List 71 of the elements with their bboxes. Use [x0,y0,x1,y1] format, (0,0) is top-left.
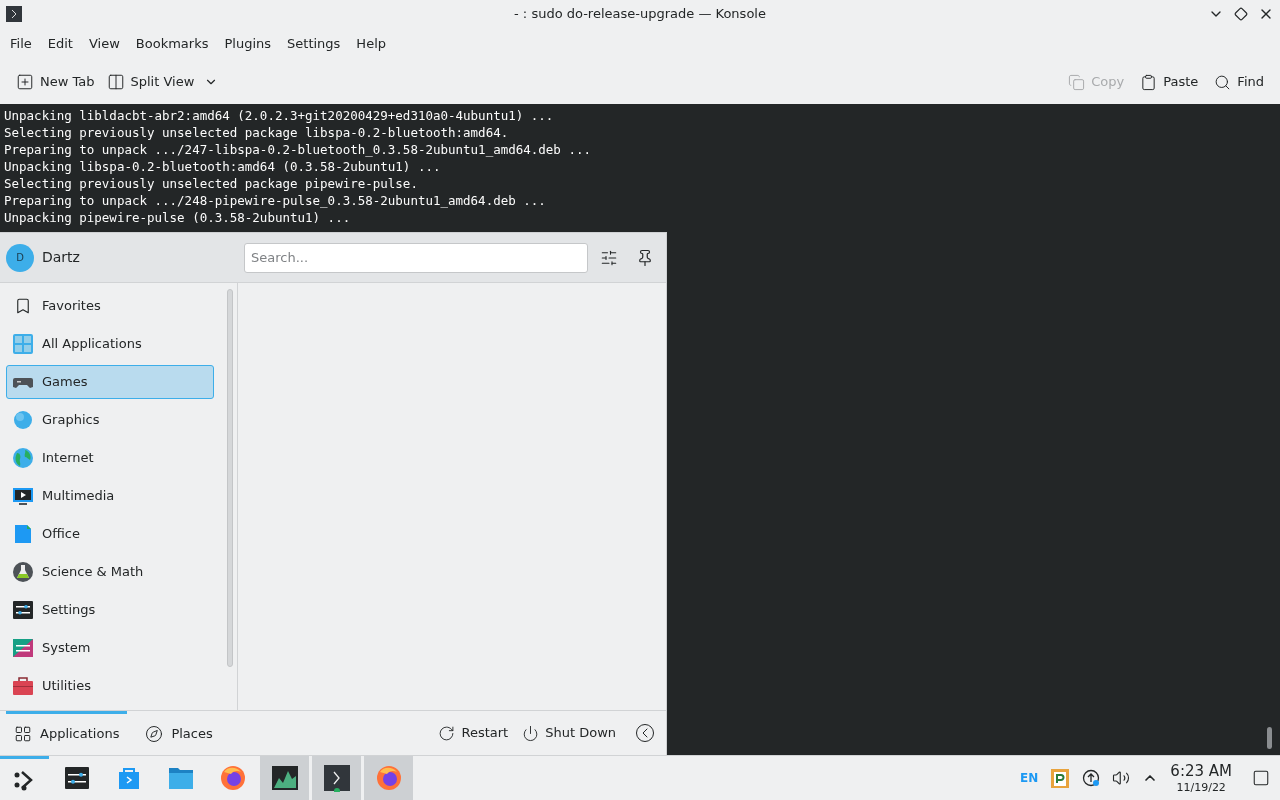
terminal-line: Preparing to unpack .../248-pipewire-pulse_0.3.58-2ubuntu1_amd64.deb ... [4,192,546,209]
toolbox-icon [12,675,34,697]
monitor-icon [12,485,34,507]
copy-icon [1068,73,1086,91]
menu-item[interactable]: View [80,31,128,57]
terminal-line: Unpacking libldacbt-abr2:amd64 (2.0.2.3+git20200429+ed310a0-4ubuntu1) ... [4,107,554,124]
avatar[interactable]: D [6,243,34,272]
scrollbar-thumb[interactable] [226,289,233,667]
category-item[interactable]: Graphics [6,403,214,437]
find-button[interactable]: Find [1208,68,1270,96]
terminal-icon [322,764,351,792]
menu-item[interactable]: Bookmarks [127,31,217,57]
pin-icon[interactable] [636,248,654,267]
sphere-icon [12,409,34,431]
terminal-icon [6,6,22,22]
restart-button[interactable]: Restart [432,719,515,747]
document-icon [12,523,34,545]
menu-item[interactable]: Help [348,31,394,57]
category-item[interactable]: Internet [6,441,214,475]
settings-icon[interactable] [600,248,618,267]
grid-icon [14,725,32,743]
category-item[interactable]: All Applications [6,327,214,361]
menu-item[interactable]: Plugins [216,31,280,57]
clock[interactable]: 6:23 AM 11/19/22 [1170,761,1232,795]
compass-icon [145,725,164,743]
taskbar-item[interactable] [260,756,309,800]
terminal-line: Selecting previously unselected package libspa-0.2-bluetooth:amd64. [4,124,509,141]
sliders-icon [62,764,91,792]
flask-icon [12,561,34,583]
scrollbar-thumb[interactable] [1267,727,1272,749]
menu-item[interactable]: File [2,31,40,57]
terminal-line: Selecting previously unselected package pipewire-pulse. [4,175,418,192]
browser-icon [374,764,403,792]
category-item[interactable]: System [6,631,214,665]
terminal-line: Preparing to unpack .../247-libspa-0.2-bluetooth_0.3.58-2ubuntu1_amd64.deb ... [4,141,591,158]
maximize-icon[interactable] [1234,7,1248,21]
globe-icon [12,447,34,469]
launcher-tab[interactable]: Places [137,710,221,755]
split-view-icon [106,73,125,91]
bookmark-icon [14,297,32,315]
category-item[interactable]: Utilities [6,669,214,703]
taskbar-item[interactable] [312,756,361,800]
category-item[interactable]: Favorites [6,289,214,323]
category-item[interactable]: Science & Math [6,555,214,589]
new-tab-icon [16,73,34,91]
category-item[interactable]: Games [6,365,214,399]
new-tab-button[interactable]: New Tab [10,68,101,96]
update-icon[interactable] [1082,769,1101,787]
split-view-button[interactable]: Split View [100,68,225,96]
chart-icon [270,764,299,792]
search-icon [1214,73,1232,91]
category-item[interactable]: Office [6,517,214,551]
terminal-line: Unpacking pipewire-pulse (0.3.58-2ubuntu1) ... [4,209,351,226]
volume-icon[interactable] [1112,769,1131,787]
category-item[interactable]: Multimedia [6,479,214,513]
sliders-icon [12,599,34,621]
browser-icon [218,764,247,792]
window-title: - : sudo do-release-upgrade — Konsole [514,6,766,22]
grid-icon [12,333,34,355]
power-icon [522,724,540,742]
user-name: Dartz [42,248,80,267]
restart-icon [438,724,456,742]
category-item[interactable]: Settings [6,593,214,627]
show-desktop-icon[interactable] [1252,769,1270,787]
shut-down-button[interactable]: Shut Down [516,719,622,747]
menu-item[interactable]: Settings [279,31,349,57]
search-field[interactable]: Search... [244,242,588,273]
paste-button[interactable]: Paste [1134,68,1205,96]
menu-item[interactable]: Edit [39,31,81,57]
terminal-line: Unpacking libspa-0.2-bluetooth:amd64 (0.3.58-2ubuntu1) ... [4,158,441,175]
system-icon [12,637,34,659]
